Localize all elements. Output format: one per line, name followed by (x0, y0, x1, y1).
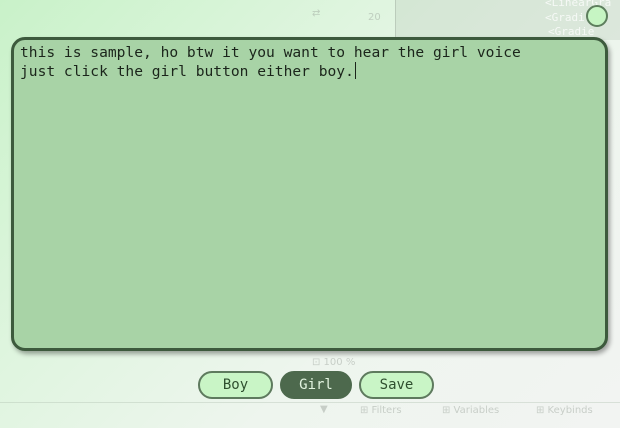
text-caret (354, 62, 356, 79)
boy-voice-button[interactable]: Boy (198, 371, 273, 399)
text-input-area[interactable]: this is sample, ho btw it you want to he… (20, 44, 599, 344)
text-panel: this is sample, ho btw it you want to he… (11, 37, 608, 351)
background-icon: ⇄ (312, 8, 321, 19)
background-text: 20 (368, 12, 381, 23)
girl-voice-button[interactable]: Girl (280, 371, 352, 399)
background-divider (0, 402, 620, 403)
background-text: ⊞ Keybinds (536, 405, 593, 416)
background-text: ⊡ 100 % (312, 357, 356, 368)
circle-toggle-button[interactable] (586, 5, 608, 27)
text-content: this is sample, ho btw it you want to he… (20, 44, 521, 80)
background-text: ⊞ Filters (360, 405, 402, 416)
save-button[interactable]: Save (359, 371, 434, 399)
background-text: ⊞ Variables (442, 405, 500, 416)
background-text: <Gradi (545, 11, 585, 24)
background-icon: ▼ (320, 404, 328, 415)
background-divider (395, 0, 396, 40)
